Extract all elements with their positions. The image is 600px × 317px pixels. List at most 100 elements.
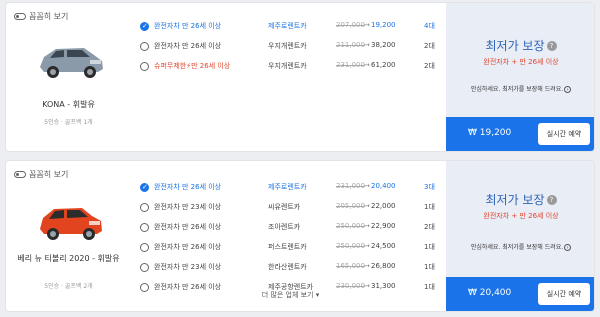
reserve-button[interactable]: 실시간 예약	[538, 283, 590, 305]
insurance-label: 완전자차 만 26세 이상	[154, 243, 222, 251]
arrow-icon: →	[364, 262, 370, 270]
discount-price: 61,200	[371, 61, 396, 69]
radio-button[interactable]	[140, 42, 149, 51]
radio-selected[interactable]	[140, 183, 149, 192]
original-price: 230,000	[336, 282, 365, 290]
car-spec: 5인승 · 골프백 2개	[44, 283, 93, 290]
car-count: 4대	[424, 22, 435, 30]
arrow-icon: →	[364, 282, 370, 290]
peek-toggle[interactable]: 꼼꼼히 보기	[14, 169, 68, 180]
question-circle-icon[interactable]: ?	[546, 41, 557, 51]
discount-price: 24,500	[371, 242, 396, 250]
arrow-icon: →	[364, 41, 370, 49]
arrow-circle-icon[interactable]: ›	[564, 244, 572, 251]
reserve-button[interactable]: 실시간 예약	[538, 123, 590, 145]
total-price: ₩ 19,200	[468, 128, 512, 138]
company-name: 씨유렌트카	[268, 203, 301, 211]
company-name: 우지개렌트카	[268, 62, 307, 70]
discount-price: 22,000	[371, 202, 396, 210]
car-card: 꼼꼼히 보기 베리 뉴 티볼리 2020 - 휘발유 5인승 · 골프백 2개 …	[5, 160, 595, 312]
insurance-label: 완전자차 만 23세 이상	[154, 263, 222, 271]
rental-option-row[interactable]: 완전자차 만 26세 이상 조아렌트카 250,000 → 22,900 2대	[138, 218, 443, 238]
original-price: 165,000	[336, 262, 365, 270]
car-count: 2대	[424, 62, 435, 70]
booking-bar: ₩ 19,200 실시간 예약	[446, 117, 594, 151]
arrow-icon: →	[364, 21, 370, 29]
booking-bar: ₩ 20,400 실시간 예약	[446, 277, 594, 311]
insurance-label: 완전자차 만 26세 이상	[154, 22, 222, 30]
discount-price: 19,200	[371, 21, 396, 29]
company-name: 제주로렌트카	[268, 183, 307, 191]
caret-down-icon: ▾	[315, 291, 320, 299]
company-name: 퍼스트렌트카	[268, 243, 307, 251]
arrow-icon: →	[364, 182, 370, 190]
radio-button[interactable]	[140, 203, 149, 212]
rental-option-row[interactable]: 완전자차 만 26세 이상 제주로렌트카 231,000 → 20,400 3대	[138, 178, 443, 198]
original-price: 231,000	[336, 61, 365, 69]
rental-options: 완전자차 만 26세 이상 제주로렌트카 231,000 → 20,400 3대…	[138, 178, 443, 298]
insurance-label: 완전자차 만 23세 이상	[154, 203, 222, 211]
rental-option-row[interactable]: 슈퍼무제한⚡만 26세 이상 우지개렌트카 231,000 → 61,200 2…	[138, 57, 443, 77]
original-price: 250,000	[336, 242, 365, 250]
original-price: 207,000	[336, 21, 365, 29]
panel-subtitle: 완전자차 + 만 26세 이상	[483, 58, 559, 66]
car-image	[40, 208, 102, 240]
toggle-icon	[14, 171, 26, 178]
insurance-label: 슈퍼무제한⚡만 26세 이상	[154, 62, 231, 70]
company-name: 조아렌트카	[268, 223, 301, 231]
radio-selected[interactable]	[140, 22, 149, 31]
company-name: 우지개렌트카	[268, 42, 307, 50]
panel-subtitle: 완전자차 + 만 26세 이상	[483, 212, 559, 220]
discount-price: 20,400	[371, 182, 396, 190]
radio-button[interactable]	[140, 243, 149, 252]
original-price: 231,000	[336, 182, 365, 190]
car-spec: 5인승 · 골프백 1개	[44, 119, 93, 126]
car-image	[40, 48, 103, 78]
discount-price: 22,900	[371, 222, 396, 230]
original-price: 205,000	[336, 202, 365, 210]
car-name: KONA - 휘발유	[42, 100, 95, 109]
arrow-icon: →	[364, 202, 370, 210]
more-companies-link[interactable]: 더 많은 업체 보기 ▾	[138, 290, 443, 300]
peek-toggle[interactable]: 꼼꼼히 보기	[14, 11, 68, 22]
car-card: 꼼꼼히 보기 KONA - 휘발유 5인승 · 골프백 1개 완전자차 만 26…	[5, 2, 595, 152]
original-price: 211,000	[336, 41, 365, 49]
company-name: 한라산렌트카	[268, 263, 307, 271]
rental-option-row[interactable]: 완전자차 만 23세 이상 씨유렌트카 205,000 → 22,000 1대	[138, 198, 443, 218]
insurance-label: 완전자차 만 26세 이상	[154, 183, 222, 191]
car-count: 1대	[424, 243, 435, 251]
panel-note: 안심하세요. 최저가를 보장해 드려요. ›	[446, 84, 594, 93]
discount-price: 26,800	[371, 262, 396, 270]
car-name: 베리 뉴 티볼리 2020 - 휘발유	[17, 254, 120, 263]
panel-note: 안심하세요. 최저가를 보장해 드려요. ›	[446, 242, 594, 251]
rental-option-row[interactable]: 완전자차 만 26세 이상 우지개렌트카 211,000 → 38,200 2대	[138, 37, 443, 57]
arrow-icon: →	[364, 242, 370, 250]
peek-label: 꼼꼼히 보기	[29, 12, 69, 21]
question-circle-icon[interactable]: ?	[546, 195, 557, 205]
panel-title: 최저가 보장?	[446, 37, 594, 54]
car-info: 꼼꼼히 보기 베리 뉴 티볼리 2020 - 휘발유 5인승 · 골프백 2개	[6, 161, 131, 311]
radio-button[interactable]	[140, 223, 149, 232]
arrow-circle-icon[interactable]: ›	[564, 86, 572, 93]
peek-label: 꼼꼼히 보기	[29, 170, 69, 179]
discount-price: 31,300	[371, 282, 396, 290]
rental-options: 완전자차 만 26세 이상 제주로렌트카 207,000 → 19,200 4대…	[138, 17, 443, 77]
lowest-price-panel: 최저가 보장? 완전자차 + 만 26세 이상 안심하세요. 최저가를 보장해 …	[446, 3, 594, 151]
car-count: 2대	[424, 42, 435, 50]
rental-option-row[interactable]: 완전자차 만 26세 이상 제주로렌트카 207,000 → 19,200 4대	[138, 17, 443, 37]
car-info: 꼼꼼히 보기 KONA - 휘발유 5인승 · 골프백 1개	[6, 3, 131, 151]
toggle-icon	[14, 13, 26, 20]
discount-price: 38,200	[371, 41, 396, 49]
insurance-label: 완전자차 만 26세 이상	[154, 223, 222, 231]
radio-button[interactable]	[140, 263, 149, 272]
lowest-price-panel: 최저가 보장? 완전자차 + 만 26세 이상 안심하세요. 최저가를 보장해 …	[446, 161, 594, 311]
original-price: 250,000	[336, 222, 365, 230]
car-count: 1대	[424, 203, 435, 211]
arrow-icon: →	[364, 222, 370, 230]
rental-option-row[interactable]: 완전자차 만 23세 이상 한라산렌트카 165,000 → 26,800 1대	[138, 258, 443, 278]
radio-button[interactable]	[140, 62, 149, 71]
rental-option-row[interactable]: 완전자차 만 26세 이상 퍼스트렌트카 250,000 → 24,500 1대	[138, 238, 443, 258]
total-price: ₩ 20,400	[468, 288, 512, 298]
arrow-icon: →	[364, 61, 370, 69]
insurance-label: 완전자차 만 26세 이상	[154, 42, 222, 50]
